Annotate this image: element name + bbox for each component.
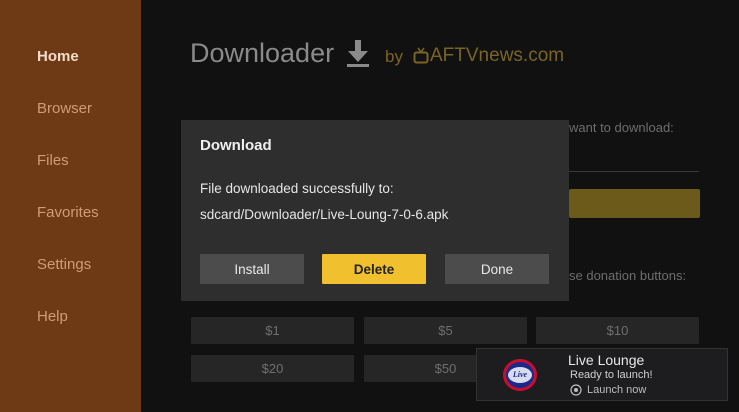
url-prompt-label: want to download: bbox=[569, 120, 674, 135]
download-arrow-icon bbox=[347, 40, 369, 67]
app-title: Downloader bbox=[190, 38, 335, 68]
sidebar-item-files[interactable]: Files bbox=[37, 152, 69, 169]
by-label: by bbox=[385, 47, 403, 66]
go-button[interactable] bbox=[569, 189, 700, 218]
notification-subtitle: Ready to launch! bbox=[570, 369, 653, 381]
notification-title: Live Lounge bbox=[568, 352, 645, 368]
brand-logo: AFTVnews.com bbox=[430, 45, 565, 66]
donate-20-button[interactable]: $20 bbox=[191, 355, 354, 382]
dialog-file-path: sdcard/Downloader/Live-Loung-7-0-6.apk bbox=[200, 207, 449, 222]
download-dialog: Download File downloaded successfully to… bbox=[181, 120, 569, 301]
delete-button[interactable]: Delete bbox=[322, 254, 426, 284]
donation-prompt-label: se donation buttons: bbox=[569, 268, 687, 283]
sidebar-item-browser[interactable]: Browser bbox=[37, 100, 92, 117]
donate-5-button[interactable]: $5 bbox=[364, 317, 527, 344]
install-button[interactable]: Install bbox=[200, 254, 304, 284]
launch-now-action[interactable]: Launch now bbox=[587, 384, 646, 396]
tv-icon bbox=[413, 47, 429, 64]
sidebar-item-help[interactable]: Help bbox=[37, 308, 68, 325]
live-lounge-logo: Live bbox=[503, 359, 537, 391]
launch-icon bbox=[570, 384, 582, 396]
sidebar: Home Browser Files Favorites Settings He… bbox=[0, 0, 141, 412]
svg-text:Live: Live bbox=[512, 370, 528, 379]
sidebar-item-home[interactable]: Home bbox=[37, 48, 79, 65]
dialog-title: Download bbox=[200, 137, 272, 154]
sidebar-item-settings[interactable]: Settings bbox=[37, 256, 91, 273]
sidebar-item-favorites[interactable]: Favorites bbox=[37, 204, 99, 221]
launch-notification[interactable]: Live Live Lounge Ready to launch! Launch… bbox=[476, 348, 728, 401]
donate-10-button[interactable]: $10 bbox=[536, 317, 699, 344]
url-input-underline[interactable] bbox=[569, 171, 699, 172]
dialog-message: File downloaded successfully to: bbox=[200, 181, 394, 196]
done-button[interactable]: Done bbox=[445, 254, 549, 284]
donate-1-button[interactable]: $1 bbox=[191, 317, 354, 344]
